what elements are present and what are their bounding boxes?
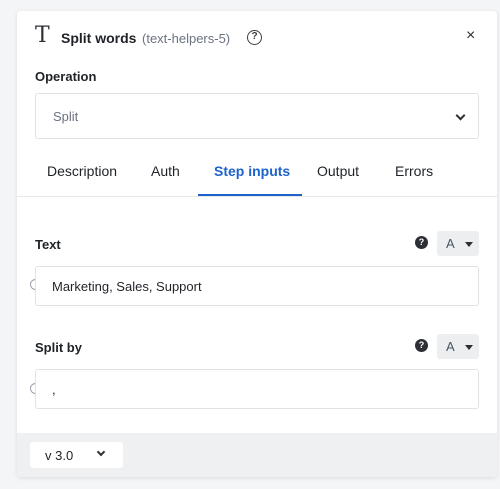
type-label: A xyxy=(446,339,455,354)
step-subtitle: (text-helpers-5) xyxy=(142,31,231,46)
split-by-field-label: Split by xyxy=(35,340,82,355)
tab-output[interactable]: Output xyxy=(317,163,359,179)
text-type-button[interactable]: A xyxy=(437,231,479,256)
close-icon[interactable]: × xyxy=(466,28,475,44)
split-by-input[interactable]: , xyxy=(35,369,479,409)
version-select[interactable]: v 3.0 xyxy=(30,442,123,468)
step-inputs-body: Text ? A Marketing, Sales, Support Split… xyxy=(17,198,497,433)
caret-down-icon xyxy=(465,345,473,350)
chevron-down-icon xyxy=(455,110,466,121)
text-type-icon: T xyxy=(35,23,50,48)
version-value: v 3.0 xyxy=(45,448,74,463)
tab-auth[interactable]: Auth xyxy=(151,163,180,179)
question-icon[interactable]: ? xyxy=(415,339,428,352)
operation-label: Operation xyxy=(35,69,97,84)
panel-header: T Split words (text-helpers-5) ? × xyxy=(17,11,497,61)
step-config-panel: T Split words (text-helpers-5) ? × Opera… xyxy=(17,11,497,477)
active-tab-indicator xyxy=(198,194,302,196)
split-by-type-button[interactable]: A xyxy=(437,334,479,359)
help-icon[interactable]: ? xyxy=(247,30,262,45)
text-field-label: Text xyxy=(35,237,61,252)
text-input-value: Marketing, Sales, Support xyxy=(52,279,202,294)
tab-step-inputs[interactable]: Step inputs xyxy=(214,163,290,179)
type-label: A xyxy=(446,236,455,251)
chevron-down-icon xyxy=(96,447,106,457)
operation-value: Split xyxy=(53,109,79,124)
split-by-input-value: , xyxy=(52,382,56,397)
operation-select[interactable]: Split xyxy=(35,93,479,139)
panel-footer: v 3.0 xyxy=(17,433,497,477)
tab-bar: Description Auth Step inputs Output Erro… xyxy=(17,151,497,197)
question-icon[interactable]: ? xyxy=(415,236,428,249)
tab-description[interactable]: Description xyxy=(47,163,117,179)
caret-down-icon xyxy=(465,242,473,247)
tab-errors[interactable]: Errors xyxy=(395,163,433,179)
step-title: Split words xyxy=(61,30,137,46)
text-input[interactable]: Marketing, Sales, Support xyxy=(35,266,479,306)
